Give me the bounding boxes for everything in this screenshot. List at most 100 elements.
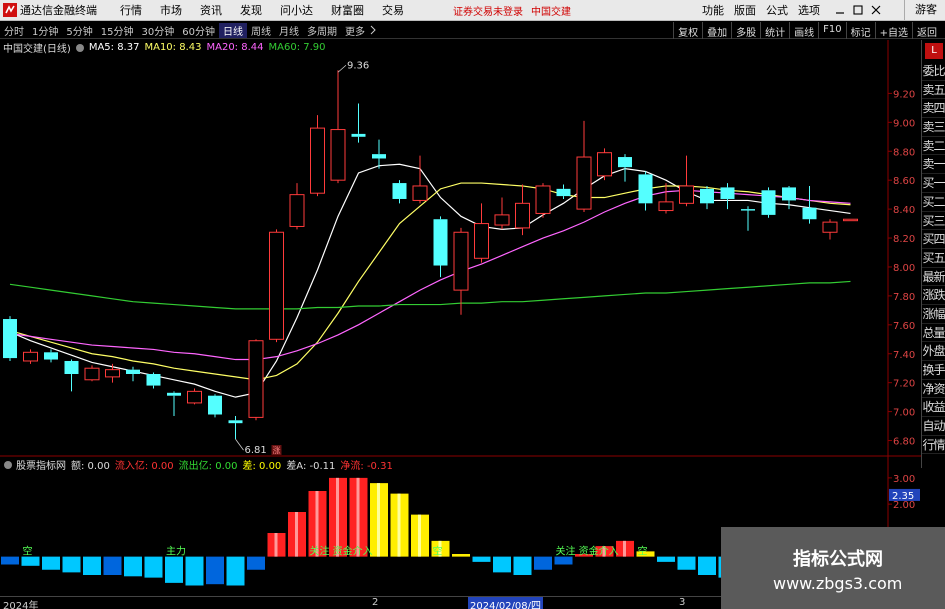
period-monthly[interactable]: 月线 bbox=[275, 23, 303, 38]
menu-item-market[interactable]: 行情 bbox=[111, 2, 151, 18]
candle bbox=[289, 183, 305, 230]
settings-dot-icon[interactable] bbox=[3, 460, 13, 470]
candle-body bbox=[167, 392, 181, 396]
indicator-bar-body bbox=[534, 556, 552, 570]
price-tick-label: 8.40 bbox=[893, 205, 915, 216]
indicator-outflow: 流出亿: 0.00 bbox=[178, 461, 238, 472]
menu-item-trade[interactable]: 交易 bbox=[373, 2, 413, 18]
period-weekly[interactable]: 周线 bbox=[247, 23, 275, 38]
indicator-bar-body bbox=[698, 556, 716, 575]
indicator-bar bbox=[288, 512, 306, 557]
maximize-icon[interactable] bbox=[851, 3, 865, 17]
candle bbox=[248, 339, 264, 421]
period-multi[interactable]: 多周期 bbox=[303, 23, 341, 38]
menu-item-options[interactable]: 选项 bbox=[793, 2, 825, 18]
sidebar-tab-volume[interactable]: 总量 bbox=[922, 324, 945, 343]
menu-item-function[interactable]: 功能 bbox=[697, 2, 729, 18]
indicator-bar-highlight bbox=[356, 477, 360, 557]
menu-item-discover[interactable]: 发现 bbox=[231, 2, 271, 18]
indicator-bar bbox=[677, 556, 696, 570]
period-30min[interactable]: 30分钟 bbox=[137, 23, 178, 38]
sidebar-tab-auto[interactable]: 自动 bbox=[922, 417, 945, 436]
candle bbox=[515, 184, 530, 236]
indicator-bar-body bbox=[83, 556, 101, 575]
indicator-label: 主力 bbox=[166, 545, 186, 558]
price-chart[interactable]: 9.20 9.00 8.80 8.60 8.40 8.20 8.00 7.80 7.60 7.40… bbox=[0, 40, 921, 596]
sidebar-tab-change[interactable]: 涨跌 bbox=[922, 286, 945, 305]
mark-button[interactable]: 标记 bbox=[845, 22, 875, 39]
candle bbox=[843, 218, 858, 222]
sidebar-tab-latest[interactable]: 最新 bbox=[922, 268, 945, 287]
candle bbox=[228, 415, 243, 440]
multi-stock-button[interactable]: 多股 bbox=[731, 22, 760, 39]
indicator-bar bbox=[144, 556, 163, 578]
candle-body bbox=[372, 154, 386, 159]
candle bbox=[474, 203, 489, 263]
indicator-bar-body bbox=[144, 556, 163, 578]
annotation-leader bbox=[337, 64, 347, 73]
sidebar-tab-ask1[interactable]: 卖一 bbox=[922, 155, 945, 175]
menu-item-ask[interactable]: 问小达 bbox=[271, 2, 322, 18]
period-1min[interactable]: 1分钟 bbox=[28, 23, 62, 38]
sidebar-tab-turnover[interactable]: 换手 bbox=[922, 361, 945, 380]
sidebar-tab-change-pct[interactable]: 涨幅 bbox=[922, 305, 945, 324]
indicator-bar-highlight bbox=[295, 512, 298, 557]
period-15min[interactable]: 15分钟 bbox=[97, 23, 138, 38]
period-60min[interactable]: 60分钟 bbox=[178, 23, 219, 38]
sidebar-tab-ask2[interactable]: 卖二 bbox=[922, 137, 945, 156]
indicator-bar-highlight bbox=[336, 477, 339, 557]
low-price-label: 6.81 bbox=[245, 445, 267, 456]
guest-button[interactable]: 游客 bbox=[904, 0, 937, 20]
candle-body bbox=[228, 420, 243, 424]
login-notice[interactable]: 证券交易未登录 bbox=[453, 3, 523, 18]
candle bbox=[126, 366, 140, 382]
indicator-bar-highlight bbox=[623, 540, 626, 557]
candle-body bbox=[515, 202, 530, 229]
period-intraday[interactable]: 分时 bbox=[0, 23, 28, 38]
f10-button[interactable]: F10 bbox=[818, 22, 845, 39]
candle-body bbox=[105, 369, 120, 378]
close-icon[interactable] bbox=[869, 3, 883, 17]
add-watchlist-button[interactable]: +自选 bbox=[874, 22, 912, 39]
sidebar-tab-bid5[interactable]: 买五 bbox=[922, 249, 945, 268]
candle bbox=[3, 316, 17, 361]
sidebar-tab-ask4[interactable]: 卖四 bbox=[922, 99, 945, 119]
settings-dot-icon[interactable] bbox=[75, 43, 85, 53]
indicator-bar bbox=[1, 556, 19, 565]
watermark: 指标公式网 www.zbgs3.com bbox=[721, 527, 945, 609]
candle bbox=[720, 183, 735, 210]
sidebar-tab-bid2[interactable]: 买二 bbox=[922, 193, 945, 212]
menu-item-formula[interactable]: 公式 bbox=[761, 2, 793, 18]
menu-item-markets[interactable]: 市场 bbox=[151, 2, 191, 18]
chevron-right-icon[interactable] bbox=[369, 25, 377, 35]
menu-item-wealth[interactable]: 财富圈 bbox=[322, 2, 373, 18]
sidebar-tab-ask3[interactable]: 卖三 bbox=[922, 118, 945, 137]
period-5min[interactable]: 5分钟 bbox=[62, 23, 96, 38]
restore-rights-button[interactable]: 复权 bbox=[673, 22, 702, 39]
ma-line-ma10 bbox=[9, 182, 851, 381]
sidebar-tab-ask5[interactable]: 卖五 bbox=[922, 81, 945, 100]
menu-item-layout[interactable]: 版面 bbox=[729, 2, 761, 18]
sidebar-tab-bid4[interactable]: 买四 bbox=[922, 230, 945, 249]
draw-line-button[interactable]: 画线 bbox=[789, 22, 818, 39]
indicator-bar-body bbox=[472, 556, 491, 562]
sidebar-tab-net-assets[interactable]: 净资 bbox=[922, 380, 945, 399]
sidebar-tab-commission-ratio[interactable]: 委比 bbox=[922, 62, 945, 81]
candle-body bbox=[126, 369, 140, 374]
candle-body bbox=[392, 183, 407, 199]
price-tick-label: 8.60 bbox=[893, 176, 915, 187]
sidebar-tab-outer-volume[interactable]: 外盘 bbox=[922, 342, 945, 361]
period-more[interactable]: 更多 bbox=[341, 23, 369, 38]
sidebar-tab-bid3[interactable]: 买三 bbox=[922, 212, 945, 231]
minimize-icon[interactable] bbox=[833, 3, 847, 17]
period-daily[interactable]: 日线 bbox=[218, 22, 247, 38]
sidebar-tab-quotes[interactable]: 行情 bbox=[922, 436, 945, 455]
back-button[interactable]: 返回 bbox=[912, 22, 941, 39]
candle-body bbox=[187, 390, 202, 404]
menu-item-news[interactable]: 资讯 bbox=[191, 2, 231, 18]
sidebar-tab-bid1[interactable]: 买一 bbox=[922, 174, 945, 193]
sidebar-tab-earnings[interactable]: 收益 bbox=[922, 398, 945, 418]
overlay-button[interactable]: 叠加 bbox=[702, 22, 731, 39]
statistics-button[interactable]: 统计 bbox=[760, 22, 789, 39]
sidebar-badge[interactable]: L bbox=[925, 43, 943, 59]
